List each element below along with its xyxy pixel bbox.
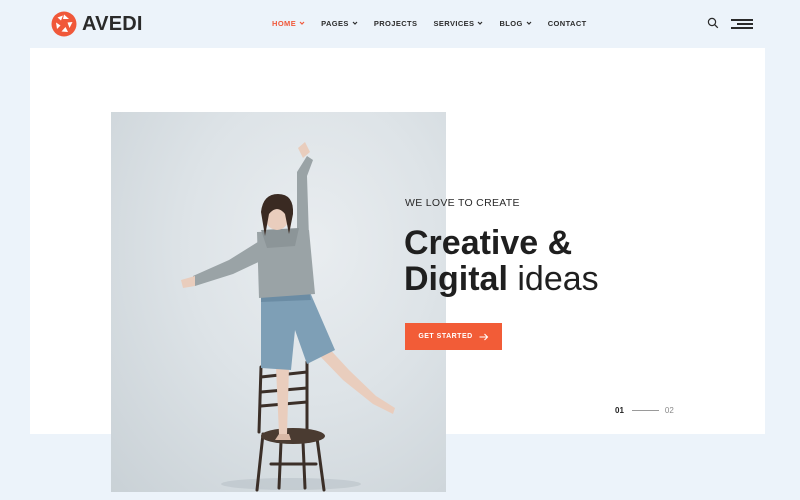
main-nav: HOME PAGES PROJECTS SERVICES BLOG CONTAC… [272, 16, 603, 30]
brand-name: AVEDI [82, 13, 143, 35]
nav-item-projects[interactable]: PROJECTS [374, 16, 418, 30]
nav-item-contact[interactable]: CONTACT [548, 16, 587, 30]
arrow-right-icon [479, 333, 488, 340]
pager-divider [631, 410, 659, 411]
nav-item-home[interactable]: HOME [272, 16, 305, 30]
nav-item-label: PROJECTS [373, 18, 418, 28]
brand-logo[interactable]: AVEDI [51, 11, 143, 37]
menu-bar [731, 19, 753, 21]
woman-on-chair-illustration [181, 142, 395, 492]
menu-bar [731, 27, 753, 29]
nav-item-label: SERVICES [433, 18, 475, 28]
search-icon[interactable] [707, 17, 719, 29]
headline-line-1: Creative & [404, 224, 573, 262]
nav-item-label: CONTACT [547, 18, 587, 28]
get-started-button[interactable]: GET STARTED [405, 323, 502, 350]
nav-item-blog[interactable]: BLOG [499, 16, 532, 30]
nav-item-services[interactable]: SERVICES [433, 16, 483, 30]
chevron-down-icon [526, 21, 532, 25]
nav-item-label: HOME [272, 18, 297, 28]
menu-bar [737, 23, 753, 25]
pager-item-current[interactable]: 01 [615, 406, 624, 415]
aperture-logo-icon [51, 11, 77, 37]
nav-item-label: BLOG [499, 18, 523, 28]
chevron-down-icon [352, 21, 358, 25]
hamburger-menu-icon[interactable] [731, 18, 753, 30]
nav-item-label: PAGES [321, 18, 349, 28]
pager-item-next[interactable]: 02 [665, 406, 674, 415]
slide-pager: 01 02 [615, 406, 674, 415]
hero-headline: Creative & Digital ideas [404, 225, 599, 297]
hero-photo [111, 112, 446, 492]
chevron-down-icon [299, 21, 305, 25]
headline-bold-word: Digital [404, 260, 508, 298]
cta-label: GET STARTED [418, 333, 473, 340]
headline-line-2: Digital ideas [404, 261, 599, 297]
chevron-down-icon [478, 21, 483, 25]
nav-item-pages[interactable]: PAGES [321, 16, 358, 30]
site-header: AVEDI HOME PAGES PROJECTS SERVICES BLOG … [0, 0, 800, 48]
hero-eyebrow: WE LOVE TO CREATE [405, 197, 520, 209]
headline-light-word: ideas [517, 260, 599, 298]
